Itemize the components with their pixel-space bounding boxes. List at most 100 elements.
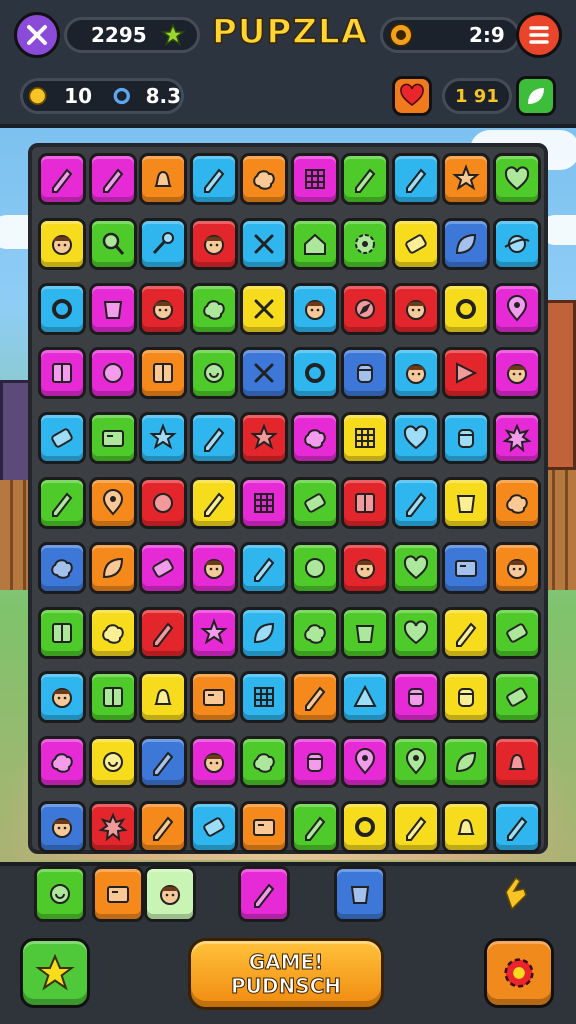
board-tile[interactable] [38,671,86,724]
board-tile[interactable] [391,671,440,724]
board-tile[interactable] [341,347,389,400]
board-tile[interactable] [88,671,137,724]
board-tile[interactable] [290,412,339,465]
board-tile[interactable] [492,217,541,270]
board-tile[interactable] [492,347,541,400]
board-tile[interactable] [290,477,339,529]
board-tile[interactable] [341,736,389,789]
board-tile[interactable] [442,736,490,789]
board-tile[interactable] [88,736,137,789]
board-tile[interactable] [38,477,86,529]
board-tile[interactable] [88,282,137,335]
board-tile[interactable] [189,282,238,335]
board-tile[interactable] [240,736,288,789]
board-tile[interactable] [240,606,288,659]
board-tile[interactable] [492,606,541,659]
tray-tile[interactable] [334,866,386,922]
board-tile[interactable] [492,541,541,594]
board-tile[interactable] [341,606,389,659]
board-tile[interactable] [492,801,541,853]
board-tile[interactable] [38,801,86,853]
board-tile[interactable] [442,671,490,724]
board-tile[interactable] [240,282,288,335]
board-tile[interactable] [341,671,389,724]
settings-button[interactable] [484,938,554,1008]
board-tile[interactable] [38,541,86,594]
board-tile[interactable] [391,801,440,853]
board-tile[interactable] [442,606,490,659]
board-tile[interactable] [189,736,238,789]
board-tile[interactable] [391,347,440,400]
tray-tile[interactable] [34,866,86,922]
board-tile[interactable] [189,671,238,724]
board-tile[interactable] [391,477,440,529]
board-tile[interactable] [391,541,440,594]
board-tile[interactable] [240,477,288,529]
board-tile[interactable] [139,671,187,724]
board-tile[interactable] [442,282,490,335]
board-tile[interactable] [391,153,440,205]
board-tile[interactable] [290,606,339,659]
close-button[interactable] [14,12,60,58]
board-tile[interactable] [442,217,490,270]
board-tile[interactable] [240,412,288,465]
board-tile[interactable] [492,412,541,465]
board-tile[interactable] [442,412,490,465]
board-tile[interactable] [189,347,238,400]
board-tile[interactable] [189,217,238,270]
board-tile[interactable] [88,801,137,853]
tray-tile[interactable] [238,866,290,922]
board-tile[interactable] [38,606,86,659]
board-tile[interactable] [290,801,339,853]
board-tile[interactable] [38,282,86,335]
lives-button[interactable] [392,76,432,116]
board-tile[interactable] [290,217,339,270]
board-tile[interactable] [88,412,137,465]
board-tile[interactable] [240,541,288,594]
board-tile[interactable] [88,477,137,529]
board-tile[interactable] [240,801,288,853]
board-tile[interactable] [391,412,440,465]
board-tile[interactable] [341,282,389,335]
board-tile[interactable] [442,541,490,594]
board-tile[interactable] [240,671,288,724]
board-tile[interactable] [38,217,86,270]
board-tile[interactable] [189,606,238,659]
board-tile[interactable] [139,217,187,270]
board-tile[interactable] [139,606,187,659]
tray-tile[interactable] [92,866,144,922]
board-tile[interactable] [442,477,490,529]
board-tile[interactable] [139,412,187,465]
board-tile[interactable] [139,541,187,594]
board-tile[interactable] [189,801,238,853]
board-tile[interactable] [290,153,339,205]
menu-button[interactable] [516,12,562,58]
star-button[interactable] [20,938,90,1008]
board-tile[interactable] [38,347,86,400]
board-tile[interactable] [189,412,238,465]
board-tile[interactable] [391,736,440,789]
board-tile[interactable] [139,736,187,789]
board-tile[interactable] [88,606,137,659]
board-tile[interactable] [341,541,389,594]
board-tile[interactable] [88,217,137,270]
board-tile[interactable] [290,736,339,789]
board-tile[interactable] [240,217,288,270]
board-tile[interactable] [341,412,389,465]
board-tile[interactable] [88,347,137,400]
board-tile[interactable] [38,412,86,465]
board-tile[interactable] [341,801,389,853]
board-tile[interactable] [139,153,187,205]
board-tile[interactable] [341,217,389,270]
board-tile[interactable] [442,347,490,400]
board-tile[interactable] [492,671,541,724]
board-tile[interactable] [240,153,288,205]
board-tile[interactable] [189,153,238,205]
board-tile[interactable] [492,282,541,335]
game-button[interactable]: GAME! PUDNSCH [188,938,384,1010]
board-tile[interactable] [38,736,86,789]
board-tile[interactable] [88,541,137,594]
board-tile[interactable] [290,347,339,400]
board-tile[interactable] [240,347,288,400]
board-tile[interactable] [341,477,389,529]
